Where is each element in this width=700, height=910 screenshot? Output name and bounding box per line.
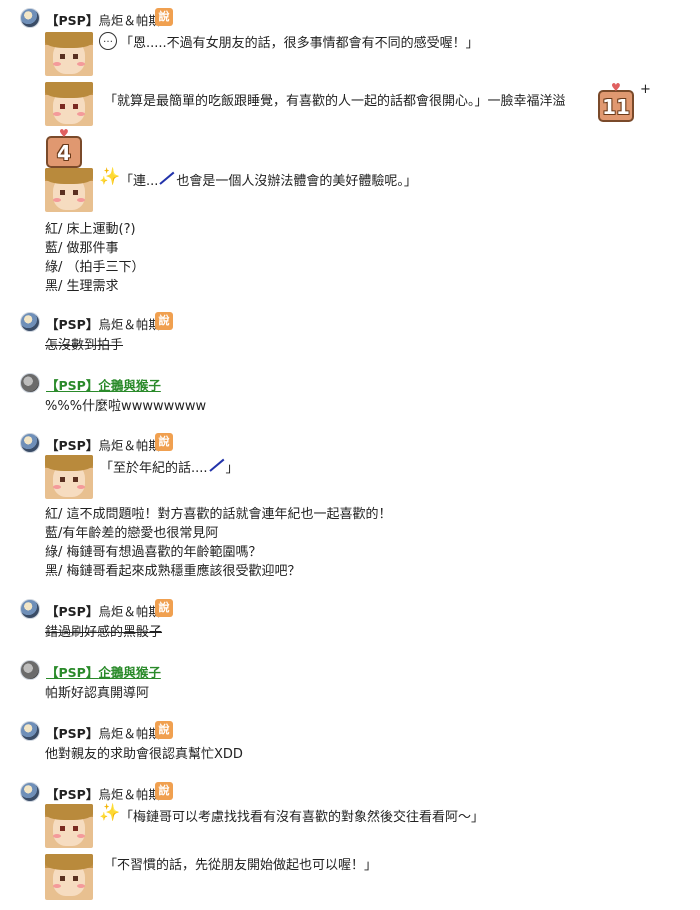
message-text: 帕斯好認真開導阿	[45, 686, 150, 701]
avatar[interactable]	[20, 433, 40, 453]
sparkle-icon: ✨	[99, 167, 121, 187]
post-header: 【PSP】烏炬＆帕斯 說	[20, 721, 680, 743]
option-line: 藍/ 做那件事	[45, 241, 119, 256]
post-header: 【PSP】烏炬＆帕斯 說	[20, 599, 680, 621]
username[interactable]: 【PSP】烏炬＆帕斯	[46, 601, 161, 620]
username-tag: 【PSP】	[46, 665, 99, 680]
post: 【PSP】烏炬＆帕斯 說 怎沒數到拍手	[20, 312, 680, 353]
character-portrait	[45, 32, 93, 76]
option-line: 紅/ 床上運動(?)	[45, 222, 136, 237]
post-header: 【PSP】烏炬＆帕斯 說	[20, 782, 680, 804]
option-line: 黑/ 生理需求	[45, 279, 119, 294]
username-tag: 【PSP】	[46, 378, 99, 393]
dice-value: 11	[602, 95, 630, 119]
message-text: %%%什麼啦wwwwwwww	[45, 399, 207, 414]
post-header: 【PSP】企鵝與猴子	[20, 660, 680, 682]
say-badge: 說	[155, 312, 173, 330]
dice-sticker: ♥ 4	[46, 128, 82, 168]
avatar[interactable]	[20, 660, 40, 680]
say-badge: 說	[155, 8, 173, 26]
username-text: 烏炬＆帕斯	[98, 438, 161, 453]
username-text: 企鵝與猴子	[98, 378, 161, 393]
say-badge: 說	[155, 599, 173, 617]
say-badge: 說	[155, 782, 173, 800]
username-text: 烏炬＆帕斯	[98, 604, 161, 619]
username[interactable]: 【PSP】烏炬＆帕斯	[46, 10, 161, 29]
message-text: 錯過刷好感的黑骰子	[45, 625, 163, 640]
post: 【PSP】烏炬＆帕斯 說 他對親友的求助會很認真幫忙XDD	[20, 721, 680, 762]
dice-value: 4	[57, 141, 71, 165]
avatar[interactable]	[20, 8, 40, 28]
sparkle-icon: ✨	[99, 803, 121, 823]
post: 【PSP】企鵝與猴子 帕斯好認真開導阿	[20, 660, 680, 701]
message-text: 怎沒數到拍手	[45, 338, 124, 353]
dialogue-part: 也會是一個人沒辦法體會的美好體驗呢。」	[176, 174, 417, 189]
post-header: 【PSP】烏炬＆帕斯 說	[20, 8, 680, 30]
username[interactable]: 【PSP】烏炬＆帕斯	[46, 314, 161, 333]
dialogue-part: 」	[225, 461, 239, 476]
avatar[interactable]	[20, 721, 40, 741]
dialogue-line: 「恩.....不過有女朋友的話，很多事情都會有不同的感受喔！」	[120, 36, 479, 51]
username-tag: 【PSP】	[46, 604, 99, 619]
option-line: 紅/ 這不成問題啦！對方喜歡的話就會連年紀也一起喜歡的！	[45, 507, 392, 522]
dialogue-line: 「不習慣的話，先從朋友開始做起也可以喔！」	[104, 858, 378, 873]
say-badge: 說	[155, 433, 173, 451]
username-link[interactable]: 【PSP】企鵝與猴子	[46, 375, 161, 394]
post: 【PSP】烏炬＆帕斯 說 … 「恩.....不過有女朋友的話，很多事情都會有不同…	[20, 8, 680, 294]
post-header: 【PSP】企鵝與猴子	[20, 373, 680, 395]
username-text: 烏炬＆帕斯	[98, 317, 161, 332]
avatar[interactable]	[20, 312, 40, 332]
username-text: 企鵝與猴子	[98, 665, 161, 680]
wand-icon	[208, 460, 226, 474]
post: 【PSP】烏炬＆帕斯 說 錯過刷好感的黑骰子	[20, 599, 680, 640]
post-header: 【PSP】烏炬＆帕斯 說	[20, 433, 680, 455]
username[interactable]: 【PSP】烏炬＆帕斯	[46, 435, 161, 454]
username-text: 烏炬＆帕斯	[98, 726, 161, 741]
username-text: 烏炬＆帕斯	[98, 13, 161, 28]
post: 【PSP】烏炬＆帕斯 說 「至於年紀的話.... 」 紅/ 這不成問題啦！對方喜歡…	[20, 433, 680, 579]
username-tag: 【PSP】	[46, 787, 99, 802]
username[interactable]: 【PSP】烏炬＆帕斯	[46, 784, 161, 803]
wand-icon	[158, 173, 176, 187]
say-badge: 說	[155, 721, 173, 739]
avatar[interactable]	[20, 782, 40, 802]
dialogue-line: 「梅鏈哥可以考慮找找看有沒有喜歡的對象然後交往看看阿～」	[120, 810, 485, 825]
avatar[interactable]	[20, 599, 40, 619]
username-link[interactable]: 【PSP】企鵝與猴子	[46, 662, 161, 681]
character-portrait	[45, 82, 93, 126]
option-line: 藍/有年齡差的戀愛也很常見阿	[45, 526, 219, 541]
dialogue-line: 「就算是最簡單的吃飯跟睡覺，有喜歡的人一起的話都會很開心。」一臉幸福洋溢	[104, 94, 566, 109]
username-tag: 【PSP】	[46, 726, 99, 741]
plus-sign: +	[640, 82, 651, 97]
post: 【PSP】企鵝與猴子 %%%什麼啦wwwwwwww	[20, 373, 680, 414]
username[interactable]: 【PSP】烏炬＆帕斯	[46, 723, 161, 742]
username-tag: 【PSP】	[46, 13, 99, 28]
character-portrait	[45, 168, 93, 212]
dialogue-line: 「至於年紀的話.... 」	[100, 457, 239, 476]
character-portrait	[45, 804, 93, 848]
username-text: 烏炬＆帕斯	[98, 787, 161, 802]
dialogue-line: 「連... 也會是一個人沒辦法體會的美好體驗呢。」	[120, 170, 417, 189]
dice-sticker: ♥ 11	[598, 82, 634, 122]
character-portrait	[45, 854, 93, 900]
option-line: 綠/ 梅鏈哥有想過喜歡的年齡範圍嗎？	[45, 545, 262, 560]
character-portrait	[45, 455, 93, 499]
option-line: 黑/ 梅鏈哥看起來成熟穩重應該很受歡迎吧？	[45, 564, 301, 579]
username-tag: 【PSP】	[46, 438, 99, 453]
post: 【PSP】烏炬＆帕斯 說 ✨ 「梅鏈哥可以考慮找找看有沒有喜歡的對象然後交往看看…	[20, 782, 680, 900]
post-header: 【PSP】烏炬＆帕斯 說	[20, 312, 680, 334]
username-tag: 【PSP】	[46, 317, 99, 332]
avatar[interactable]	[20, 373, 40, 393]
option-line: 綠/ （拍手三下）	[45, 260, 145, 275]
dialogue-part: 「至於年紀的話....	[100, 461, 208, 476]
dialogue-part: 「連...	[120, 174, 159, 189]
message-text: 他對親友的求助會很認真幫忙XDD	[45, 747, 243, 762]
thinking-icon: …	[99, 32, 117, 50]
